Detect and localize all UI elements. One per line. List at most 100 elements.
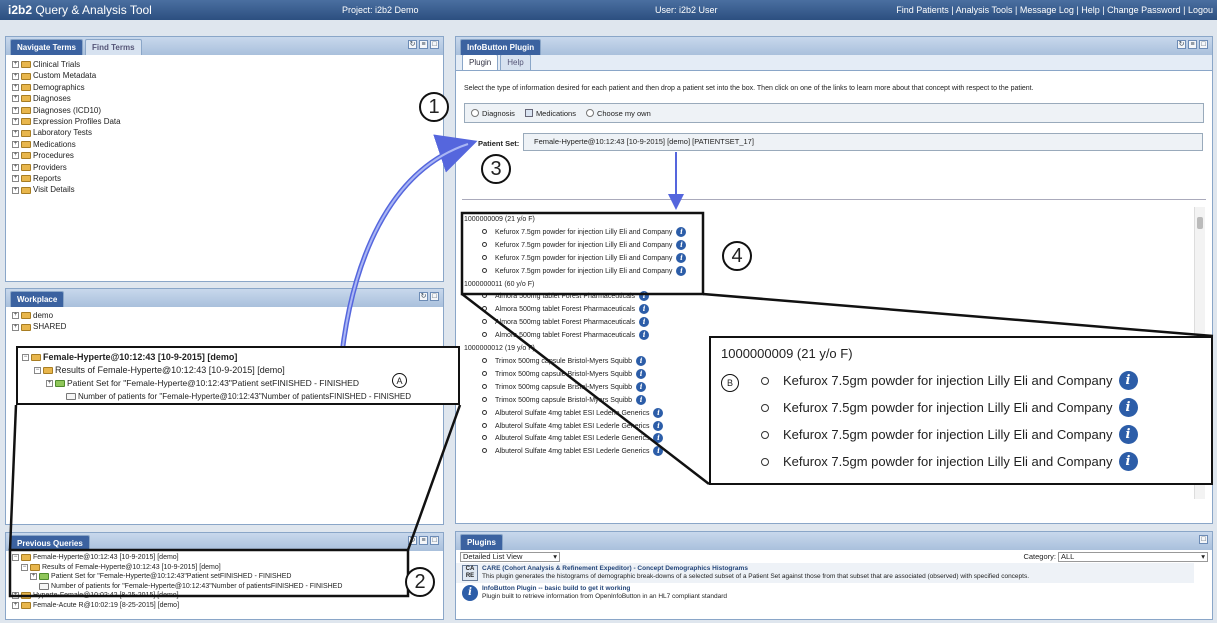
view-select[interactable]: Detailed List View ▾	[460, 551, 560, 562]
refresh-icon[interactable]: ↻	[408, 40, 417, 49]
tree-item[interactable]: + Expression Profiles Data	[12, 116, 437, 127]
tab-infobutton[interactable]: InfoButton Plugin	[460, 39, 542, 55]
bullet-icon	[482, 319, 487, 325]
scrollbar-thumb[interactable]	[1197, 217, 1203, 229]
tree-item[interactable]: + Visit Details	[12, 184, 437, 195]
expand-icon[interactable]: +	[12, 95, 19, 103]
options-icon[interactable]: ≡	[1188, 40, 1197, 49]
patient-set-label: Patient Set:	[478, 139, 520, 148]
info-icon[interactable]: i	[653, 420, 664, 431]
options-icon[interactable]: ≡	[419, 40, 428, 49]
category-select[interactable]: ALL ▾	[1058, 551, 1208, 562]
info-icon[interactable]: i	[676, 252, 687, 263]
medication-row[interactable]: Almora 500mg tablet Forest Pharmaceutica…	[464, 304, 1184, 317]
tab-plugins[interactable]: Plugins	[460, 534, 503, 550]
info-icon[interactable]: i	[676, 226, 687, 237]
tree-item[interactable]: + Procedures	[12, 150, 437, 161]
info-icon[interactable]: i	[636, 381, 647, 392]
expand-icon[interactable]: +	[12, 61, 19, 69]
results-row[interactable]: − Results of Female-Hyperte@10:12:43 [10-…	[12, 563, 437, 573]
tree-item[interactable]: + Custom Metadata	[12, 70, 437, 81]
query-row[interactable]: + Female-Acute R@10:02:19 [8-25-2015] [de…	[12, 601, 437, 611]
medication-row[interactable]: Kefurox 7.5gm powder for injection Lilly…	[464, 252, 1184, 266]
medication-row[interactable]: Kefurox 7.5gm powder for injection Lilly…	[464, 239, 1184, 253]
maximize-icon[interactable]: □	[430, 536, 439, 545]
link-find-patients[interactable]: Find Patients	[896, 5, 949, 15]
plugin-item[interactable]: i InfoButton Plugin -- basic build to ge…	[456, 583, 1194, 603]
count-row[interactable]: Number of patients for "Female-Hyperte@1…	[12, 582, 437, 592]
tree-item[interactable]: + Clinical Trials	[12, 59, 437, 70]
tree-item[interactable]: + demo	[12, 310, 437, 321]
info-icon[interactable]: i	[653, 433, 664, 444]
expand-icon[interactable]: +	[12, 84, 19, 92]
info-icon[interactable]: i	[653, 446, 664, 457]
info-icon[interactable]: i	[639, 304, 650, 315]
expand-icon[interactable]: +	[12, 118, 19, 126]
maximize-icon[interactable]: □	[430, 40, 439, 49]
refresh-icon[interactable]: ↻	[419, 292, 428, 301]
maximize-icon[interactable]: □	[1199, 535, 1208, 544]
options-icon[interactable]: ≡	[419, 536, 428, 545]
link-message-log[interactable]: Message Log	[1020, 5, 1074, 15]
info-icon[interactable]: i	[639, 291, 650, 302]
tree-item[interactable]: + Diagnoses	[12, 93, 437, 104]
refresh-icon[interactable]: ↻	[408, 536, 417, 545]
radio-icon[interactable]	[471, 108, 479, 117]
patient-set-row[interactable]: + Patient Set for "Female-Hyperte@10:12:4…	[12, 572, 437, 582]
checkbox-icon[interactable]	[524, 108, 533, 117]
info-icon[interactable]: i	[636, 394, 647, 405]
link-change-password[interactable]: Change Password	[1107, 5, 1181, 15]
tab-find-terms[interactable]: Find Terms	[85, 39, 142, 55]
expand-icon[interactable]: +	[12, 186, 19, 194]
info-icon[interactable]: i	[653, 407, 664, 418]
info-icon[interactable]: i	[636, 368, 647, 379]
query-row[interactable]: + Hyperte-Female@10:02:42 [8-25-2015] [de…	[12, 591, 437, 601]
tree-item[interactable]: + SHARED	[12, 321, 437, 332]
expand-icon[interactable]: +	[12, 141, 19, 149]
maximize-icon[interactable]: □	[1199, 40, 1208, 49]
patient-set-dropzone[interactable]: Female-Hyperte@10:12:43 [10-9-2015] [dem…	[523, 133, 1203, 151]
expand-icon[interactable]: +	[12, 175, 19, 183]
option-choose-own[interactable]: Choose my own	[585, 108, 651, 118]
bullet-icon	[482, 435, 487, 441]
tab-workplace[interactable]: Workplace	[10, 291, 65, 307]
info-icon[interactable]: i	[676, 265, 687, 276]
tab-previous-queries[interactable]: Previous Queries	[10, 535, 90, 551]
tree-item[interactable]: + Laboratory Tests	[12, 127, 437, 138]
radio-icon[interactable]	[585, 108, 594, 117]
tree-item[interactable]: + Medications	[12, 139, 437, 150]
info-icon[interactable]: i	[639, 317, 650, 328]
medication-row[interactable]: Almora 500mg tablet Forest Pharmaceutica…	[464, 291, 1184, 304]
tree-item[interactable]: + Providers	[12, 162, 437, 173]
expand-icon[interactable]: +	[12, 323, 19, 331]
expand-icon[interactable]: +	[12, 72, 19, 80]
link-logout[interactable]: Logou	[1188, 5, 1213, 15]
expand-icon[interactable]: +	[12, 129, 19, 137]
link-help[interactable]: Help	[1081, 5, 1100, 15]
medication-row[interactable]: Almora 500mg tablet Forest Pharmaceutica…	[464, 317, 1184, 330]
tab-navigate-terms[interactable]: Navigate Terms	[10, 39, 83, 55]
medication-row[interactable]: Kefurox 7.5gm powder for injection Lilly…	[464, 226, 1184, 240]
link-analysis-tools[interactable]: Analysis Tools	[956, 5, 1013, 15]
expand-icon[interactable]: +	[12, 163, 19, 171]
tree-item[interactable]: + Demographics	[12, 82, 437, 93]
subtab-help[interactable]: Help	[500, 54, 531, 70]
option-diagnosis[interactable]: Diagnosis	[471, 108, 515, 118]
medication-row[interactable]: Kefurox 7.5gm powder for injection Lilly…	[464, 265, 1184, 279]
info-icon[interactable]: i	[639, 330, 650, 341]
maximize-icon[interactable]: □	[430, 292, 439, 301]
query-row[interactable]: − Female-Hyperte@10:12:43 [10-9-2015] [de…	[12, 553, 437, 563]
info-icon[interactable]: i	[636, 355, 647, 366]
refresh-icon[interactable]: ↻	[1177, 40, 1186, 49]
subtab-plugin[interactable]: Plugin	[462, 54, 499, 70]
info-icon[interactable]: i	[676, 239, 687, 250]
expand-icon[interactable]: +	[12, 312, 19, 320]
expand-icon[interactable]: +	[12, 106, 19, 114]
folder-icon	[21, 186, 31, 194]
tree-item[interactable]: + Diagnoses (ICD10)	[12, 105, 437, 116]
option-medications[interactable]: Medications	[524, 108, 576, 118]
bullet-icon	[761, 403, 769, 412]
tree-item[interactable]: + Reports	[12, 173, 437, 184]
expand-icon[interactable]: +	[12, 152, 19, 160]
plugin-item[interactable]: CA RE CARE (Cohort Analysis & Refinement…	[456, 563, 1194, 583]
